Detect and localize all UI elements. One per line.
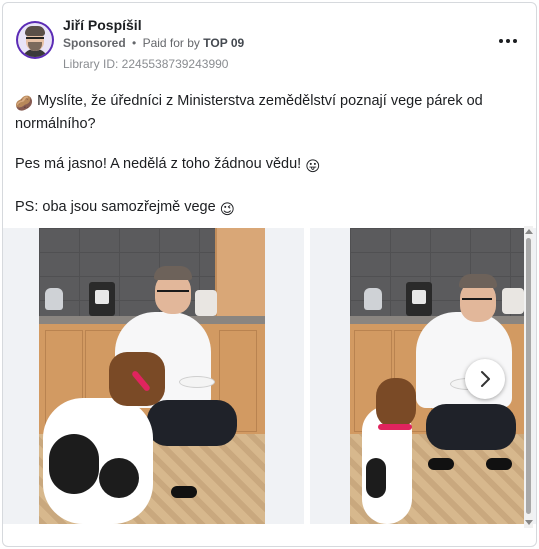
scrollbar[interactable] [524, 226, 533, 528]
post-text-line-3: PS: oba jsou samozřejmě vege 😉 [15, 199, 235, 218]
scroll-down-arrow-icon[interactable] [525, 520, 533, 525]
wink-emoji: 😉 [219, 202, 235, 218]
scroll-up-arrow-icon[interactable] [525, 229, 533, 234]
chevron-right-icon [481, 371, 490, 387]
paid-for-by-label: Paid for by [142, 36, 200, 50]
library-id: Library ID: 2245538739243990 [63, 57, 229, 71]
post-text: 🥔 Myslíte, že úředníci z Ministerstva zem… [15, 91, 525, 220]
carousel-slide-1[interactable] [3, 228, 304, 524]
more-horizontal-icon [499, 39, 503, 43]
payer-name[interactable]: TOP 09 [203, 36, 244, 50]
slide-1-photo [39, 228, 265, 524]
tongue-emoji: 😛 [305, 159, 321, 175]
ad-post-card: Jiří Pospíšil Sponsored • Paid for by TO… [2, 2, 537, 547]
post-text-line-2: Pes má jasno! A nedělá z toho žádnou věd… [15, 156, 321, 175]
sponsor-line: Sponsored • Paid for by TOP 09 [63, 36, 244, 50]
carousel-next-button[interactable] [465, 359, 505, 399]
author-avatar[interactable] [16, 21, 54, 59]
sausage-emoji: 🥔 [15, 96, 34, 112]
more-options-button[interactable] [494, 31, 522, 51]
sponsored-label: Sponsored [63, 36, 126, 50]
author-name[interactable]: Jiří Pospíšil [63, 17, 142, 33]
image-carousel[interactable] [3, 226, 536, 526]
scrollbar-thumb[interactable] [526, 238, 531, 514]
post-header: Jiří Pospíšil Sponsored • Paid for by TO… [3, 3, 536, 75]
post-text-line-1: 🥔 Myslíte, že úředníci z Ministerstva zem… [15, 93, 483, 132]
separator-dot: • [132, 36, 137, 50]
